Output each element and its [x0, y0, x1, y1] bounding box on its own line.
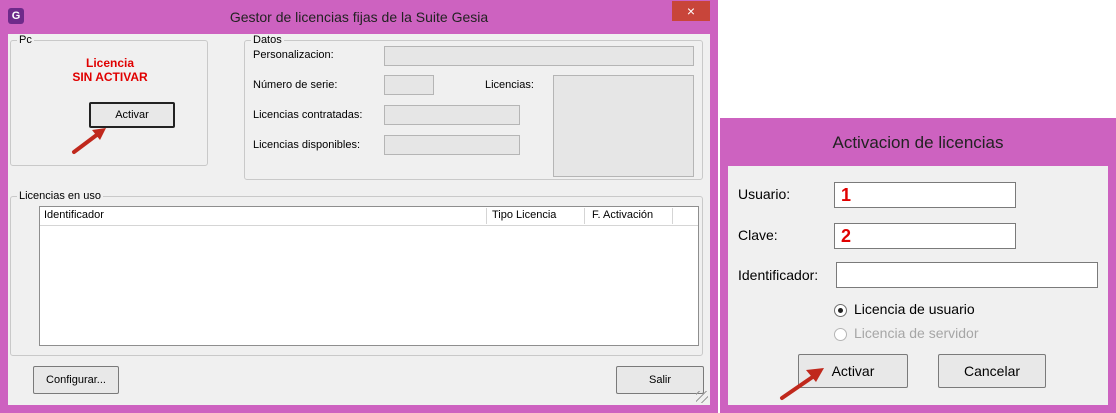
usuario-input[interactable]: 1: [834, 182, 1016, 208]
pc-group-legend: Pc: [19, 34, 32, 46]
main-client-area: Pc Licencia SIN ACTIVAR Activar Datos Pe…: [8, 34, 710, 405]
license-status-line1: Licencia: [85, 56, 135, 70]
datos-group-legend: Datos: [253, 34, 282, 46]
identificador-label: Identificador:: [738, 267, 819, 283]
radio-licencia-servidor: [834, 328, 847, 341]
personalizacion-field: [384, 46, 694, 66]
window-title: Gestor de licencias fijas de la Suite Ge…: [229, 9, 489, 25]
resize-grip-icon[interactable]: [696, 391, 708, 403]
activation-dialog: Activacion de licencias Usuario: 1 Clave…: [720, 118, 1116, 413]
exit-button[interactable]: Salir: [616, 366, 704, 394]
column-separator[interactable]: [672, 208, 673, 224]
licencias-list: [553, 75, 694, 177]
personalizacion-label: Personalizacion:: [253, 49, 334, 61]
datos-group: Datos Personalizacion: Número de serie: …: [244, 34, 703, 180]
close-icon[interactable]: ×: [672, 1, 710, 21]
column-separator[interactable]: [486, 208, 487, 224]
contratadas-field: [384, 105, 520, 125]
column-identificador[interactable]: Identificador: [44, 209, 104, 221]
clave-label: Clave:: [738, 227, 778, 243]
dialog-title: Activacion de licencias: [832, 133, 1004, 152]
clave-input[interactable]: 2: [834, 223, 1016, 249]
configure-button[interactable]: Configurar...: [33, 366, 119, 394]
radio-licencia-usuario[interactable]: [834, 304, 847, 317]
column-fecha-activacion[interactable]: F. Activación: [592, 209, 653, 221]
numero-serie-field: [384, 75, 434, 95]
identificador-input[interactable]: [836, 262, 1098, 288]
radio-licencia-servidor-label: Licencia de servidor: [854, 325, 979, 341]
dialog-cancel-button[interactable]: Cancelar: [938, 354, 1046, 388]
disponibles-label: Licencias disponibles:: [253, 139, 361, 151]
licenses-in-use-group: Licencias en uso Identificador Tipo Lice…: [10, 190, 703, 356]
licencias-label: Licencias:: [485, 79, 534, 91]
list-header: Identificador Tipo Licencia F. Activació…: [40, 207, 698, 226]
disponibles-field: [384, 135, 520, 155]
column-tipo-licencia[interactable]: Tipo Licencia: [492, 209, 556, 221]
title-bar[interactable]: G Gestor de licencias fijas de la Suite …: [0, 0, 718, 34]
contratadas-label: Licencias contratadas:: [253, 109, 363, 121]
pointer-arrow-icon: [780, 368, 824, 400]
column-separator[interactable]: [584, 208, 585, 224]
usuario-label: Usuario:: [738, 186, 791, 202]
licenses-in-use-list[interactable]: Identificador Tipo Licencia F. Activació…: [39, 206, 699, 346]
license-status-line2: SIN ACTIVAR: [72, 70, 148, 84]
numero-serie-label: Número de serie:: [253, 79, 338, 91]
radio-licencia-usuario-label[interactable]: Licencia de usuario: [854, 301, 975, 317]
licenses-in-use-legend: Licencias en uso: [19, 190, 101, 202]
license-manager-window: G Gestor de licencias fijas de la Suite …: [0, 0, 718, 413]
pointer-arrow-icon: [72, 128, 106, 154]
